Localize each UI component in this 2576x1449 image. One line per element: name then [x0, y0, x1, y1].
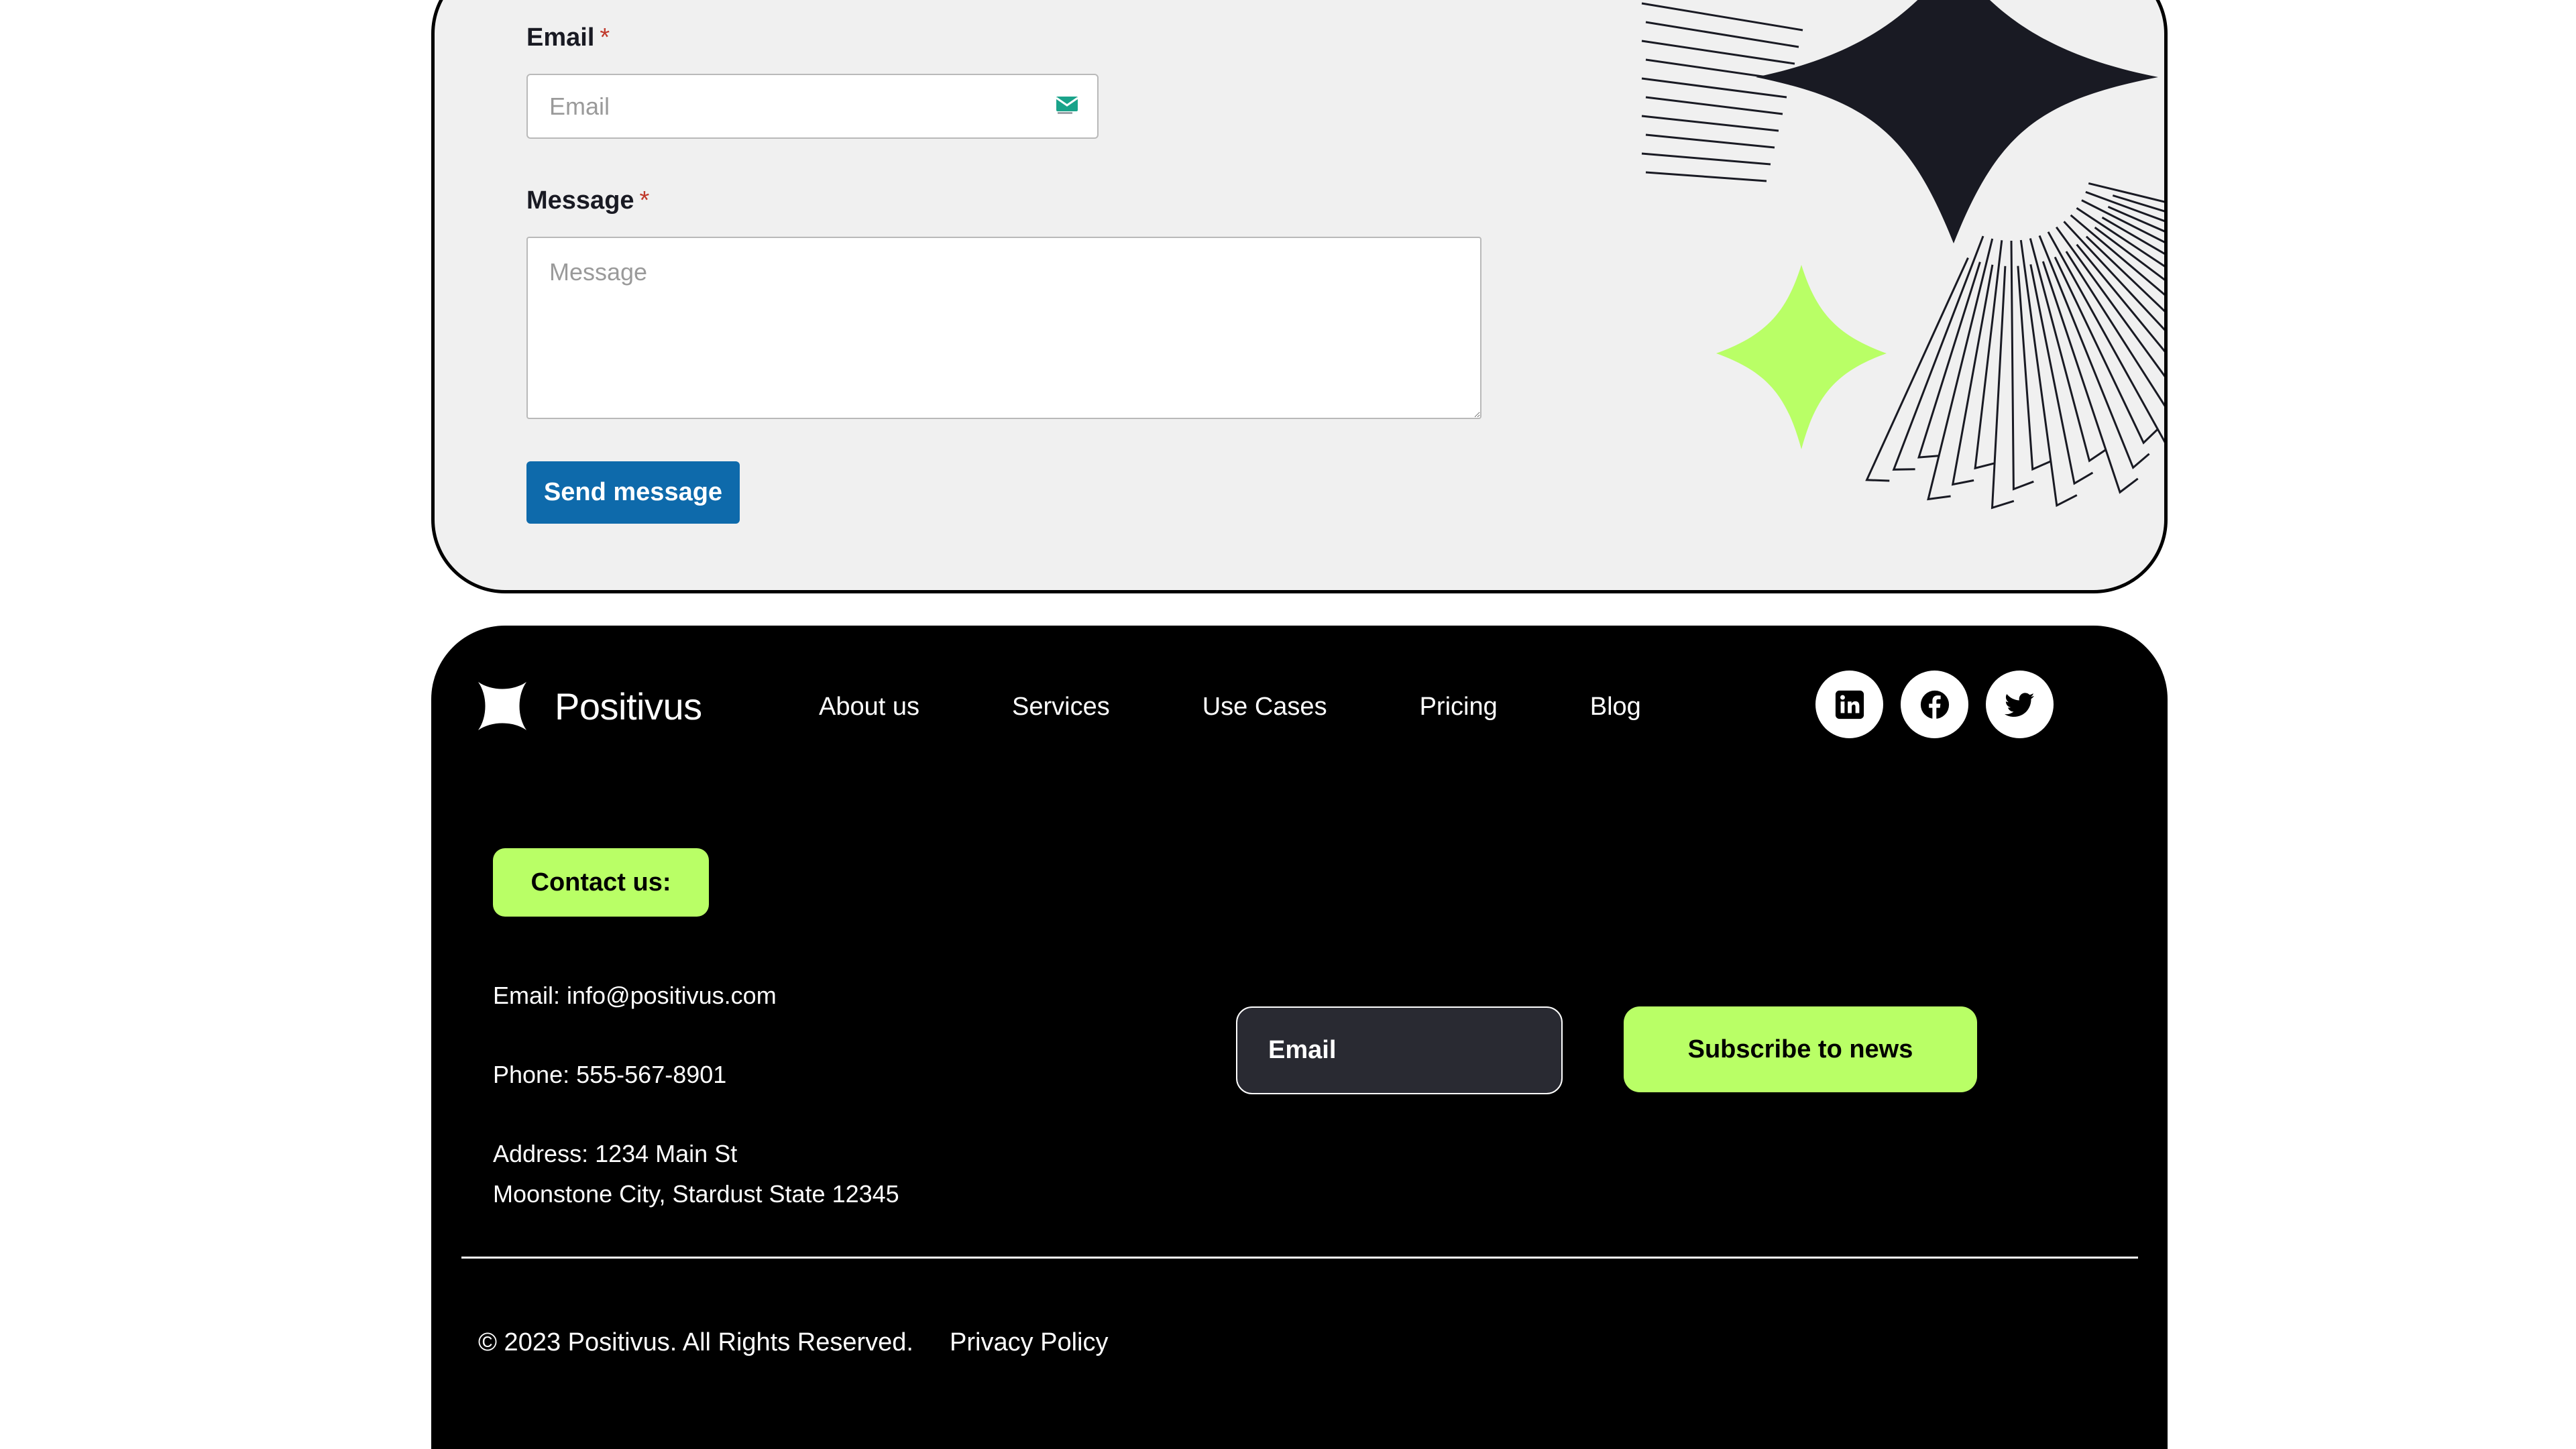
brand-name: Positivus: [555, 685, 702, 728]
privacy-policy-link[interactable]: Privacy Policy: [950, 1328, 1109, 1357]
message-label-text: Message: [526, 186, 634, 215]
dark-star-shape: [1756, 0, 2158, 243]
copyright-text: © 2023 Positivus. All Rights Reserved.: [478, 1328, 913, 1356]
social-links: [1815, 671, 2054, 738]
burst-line: [1641, 40, 1795, 65]
linkedin-icon: [1835, 690, 1864, 719]
contact-us-badge: Contact us:: [493, 848, 709, 917]
site-footer: Positivus About us Services Use Cases Pr…: [431, 626, 2168, 1449]
burst-line: [1892, 235, 1984, 471]
required-marker: *: [600, 23, 610, 52]
burst-line: [1645, 171, 1767, 182]
burst-line: [1927, 238, 1994, 501]
burst-line: [2010, 240, 2034, 491]
contact-address-line2: Moonstone City, Stardust State 12345: [493, 1180, 899, 1208]
message-label: Message *: [526, 186, 649, 215]
facebook-button[interactable]: [1901, 671, 1968, 738]
nav-link-about-us[interactable]: About us: [819, 693, 919, 721]
nav-link-blog[interactable]: Blog: [1590, 693, 1641, 721]
facebook-icon: [1920, 690, 1949, 719]
green-star-shape: [1716, 265, 1887, 449]
envelope-icon: [1056, 97, 1078, 114]
twitter-button[interactable]: [1986, 671, 2054, 738]
nav-link-services[interactable]: Services: [1012, 693, 1110, 721]
burst-line: [2054, 256, 2159, 445]
burst-line: [2070, 214, 2164, 296]
decorative-stars-illustration: [1641, 0, 2164, 510]
email-label: Email *: [526, 23, 610, 52]
burst-line: [1974, 240, 2003, 470]
subscribe-button[interactable]: Subscribe to news: [1624, 1006, 1977, 1092]
burst-line: [1641, 152, 1771, 166]
linkedin-button[interactable]: [1815, 671, 1883, 738]
burst-line: [2041, 261, 2139, 494]
burst-line: [2038, 235, 2150, 469]
logo-star-icon: [478, 682, 526, 730]
burst-line: [2065, 251, 2164, 407]
nav-link-pricing[interactable]: Pricing: [1420, 693, 1498, 721]
twitter-icon: [2004, 692, 2034, 717]
required-marker: *: [639, 186, 650, 215]
contact-phone-text: Phone: 555-567-8901: [493, 1061, 727, 1088]
email-field[interactable]: [526, 74, 1099, 139]
nav-link-use-cases[interactable]: Use Cases: [1202, 693, 1327, 721]
burst-line: [1645, 133, 1775, 149]
message-field[interactable]: [526, 237, 1481, 419]
contact-form-card: Email* Message* Send message: [431, 0, 2168, 593]
burst-line: [1641, 77, 1787, 99]
subscribe-email-input[interactable]: [1236, 1006, 1563, 1094]
footer-divider: [461, 1257, 2138, 1259]
contact-address-line1: Address: 1234 Main St: [493, 1140, 738, 1167]
burst-line: [1641, 115, 1779, 132]
burst-line: [1645, 96, 1783, 115]
send-message-button[interactable]: Send message: [526, 461, 740, 524]
email-label-text: Email: [526, 23, 595, 52]
footer-nav: About us Services Use Cases Pricing Blog: [819, 693, 1641, 721]
burst-line: [1917, 262, 1981, 459]
burst-line: [2029, 238, 2107, 463]
brand-logo[interactable]: Positivus: [478, 682, 702, 730]
burst-line: [2063, 221, 2164, 331]
contact-email-text: Email: info@positivus.com: [493, 982, 777, 1009]
burst-line: [1865, 257, 1969, 482]
